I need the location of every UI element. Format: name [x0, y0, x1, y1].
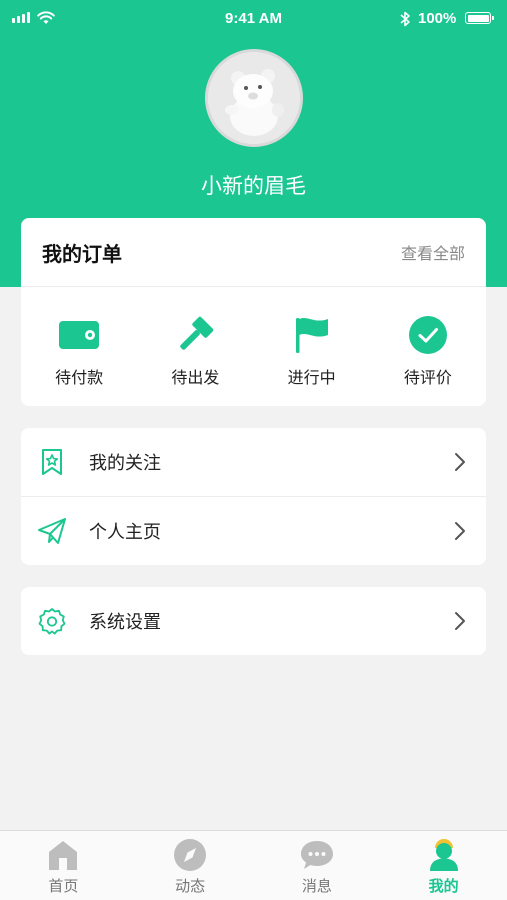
order-pending-review[interactable]: 待评价	[370, 287, 486, 406]
tab-feed-label: 动态	[175, 877, 206, 895]
menu-group-2: 系统设置	[21, 587, 486, 655]
tab-messages[interactable]: 消息	[254, 831, 381, 900]
check-circle-icon	[407, 314, 449, 356]
paper-plane-icon	[37, 516, 67, 546]
order-in-progress-label: 进行中	[287, 368, 336, 387]
avatar-bear-image	[208, 52, 300, 144]
wallet-icon	[58, 314, 100, 356]
battery-percent: 100%	[418, 10, 457, 27]
menu-item-homepage-label: 个人主页	[89, 522, 161, 543]
tab-home[interactable]: 首页	[0, 831, 127, 900]
bluetooth-icon	[400, 11, 410, 27]
avatar[interactable]	[205, 49, 303, 147]
tab-feed[interactable]: 动态	[127, 831, 254, 900]
orders-title: 我的订单	[42, 241, 122, 266]
compass-icon	[172, 837, 208, 873]
order-in-progress[interactable]: 进行中	[254, 287, 370, 406]
bookmark-star-icon	[37, 447, 67, 477]
order-pending-payment-label: 待付款	[55, 368, 104, 387]
gear-icon	[37, 606, 67, 636]
order-pending-review-label: 待评价	[403, 368, 452, 387]
orders-header: 我的订单 查看全部	[21, 218, 486, 287]
order-pending-payment[interactable]: 待付款	[21, 287, 137, 406]
view-all-orders-link[interactable]: 查看全部	[401, 240, 465, 264]
menu-item-settings[interactable]: 系统设置	[21, 587, 486, 655]
chat-icon	[299, 837, 335, 873]
tab-home-label: 首页	[48, 877, 79, 895]
chevron-right-icon	[455, 522, 465, 540]
chevron-right-icon	[455, 612, 465, 630]
order-status-list: 待付款 待出发 进行中 待评价	[21, 287, 486, 406]
chevron-right-icon	[455, 453, 465, 471]
order-pending-departure-label: 待出发	[171, 368, 220, 387]
status-bar: 9:41 AM 100%	[0, 0, 507, 40]
menu-item-following-label: 我的关注	[89, 453, 161, 474]
tab-bar: 首页 动态 消息 我的	[0, 830, 507, 900]
flag-icon	[291, 314, 333, 356]
menu-item-settings-label: 系统设置	[89, 612, 161, 633]
tab-profile-label: 我的	[428, 877, 459, 895]
menu-group-1: 我的关注 个人主页	[21, 428, 486, 565]
tab-profile[interactable]: 我的	[380, 831, 507, 900]
battery-icon	[465, 12, 494, 24]
home-icon	[45, 837, 81, 873]
orders-card: 我的订单 查看全部 待付款 待出发 进行中 待评价	[21, 218, 486, 406]
username: 小新的眉毛	[201, 174, 306, 198]
gavel-icon	[174, 314, 216, 356]
menu-item-following[interactable]: 我的关注	[21, 428, 486, 496]
order-pending-departure[interactable]: 待出发	[137, 287, 253, 406]
tab-messages-label: 消息	[301, 877, 332, 895]
menu-item-homepage[interactable]: 个人主页	[21, 496, 486, 565]
user-icon	[426, 837, 462, 873]
